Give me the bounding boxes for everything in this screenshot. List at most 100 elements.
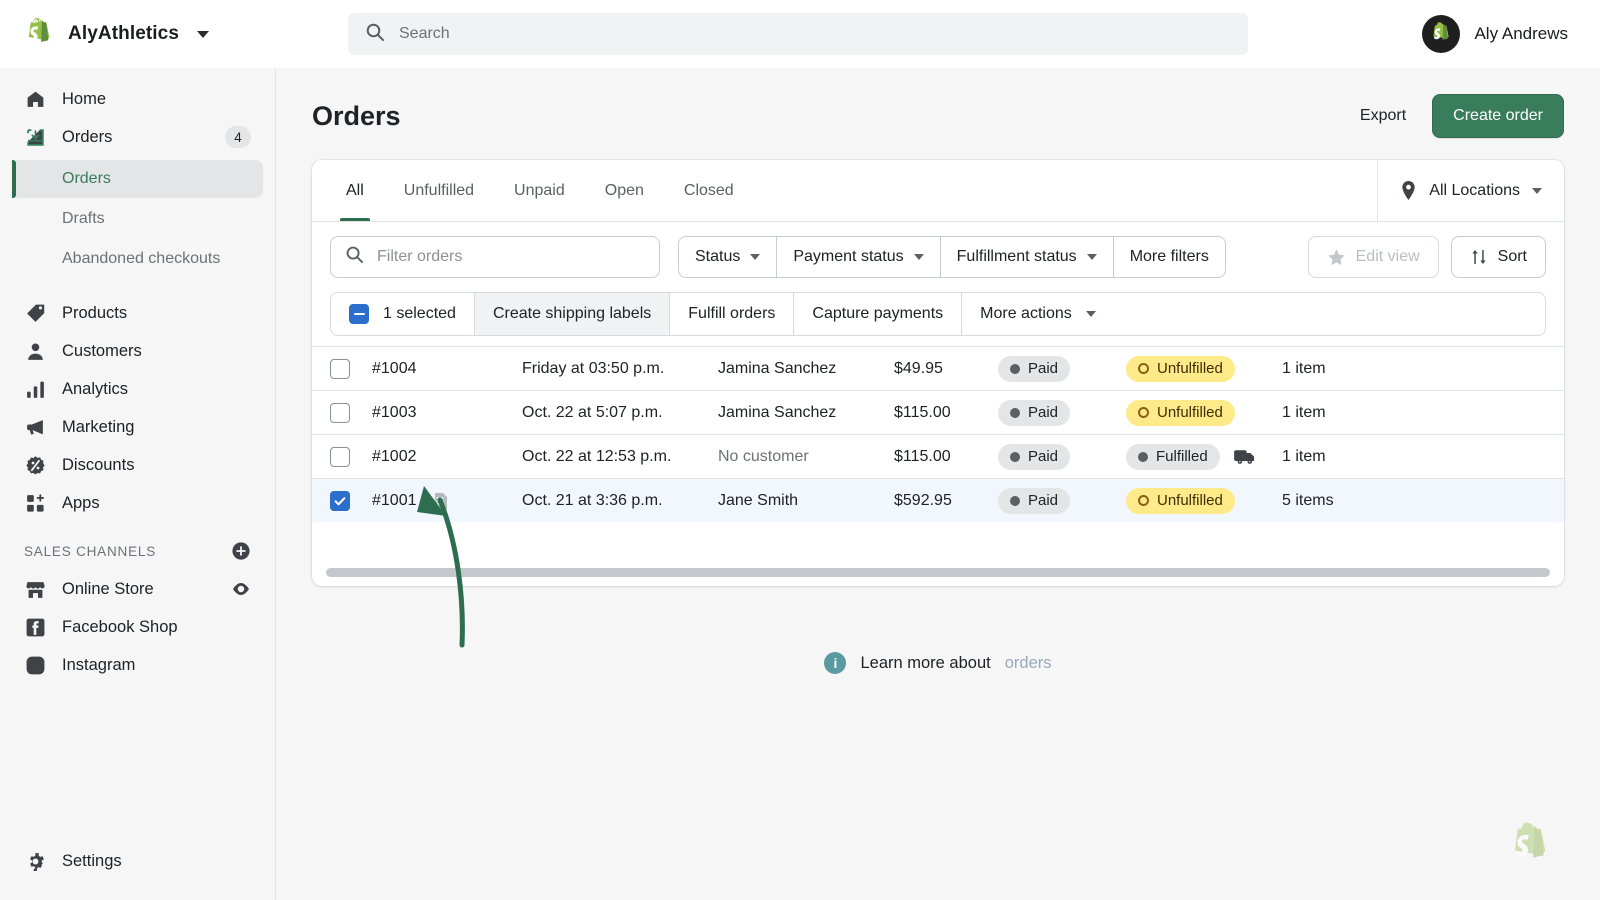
sidebar-subitem-drafts[interactable]: Drafts: [12, 200, 263, 238]
row-checkbox-cell[interactable]: [330, 491, 372, 511]
tag-icon: [24, 302, 46, 324]
capture-payments-label: Capture payments: [812, 305, 943, 323]
fulfillment-status-filter-button[interactable]: Fulfillment status: [940, 236, 1113, 278]
sidebar-item-label: Analytics: [62, 380, 251, 399]
user-menu[interactable]: Aly Andrews: [1422, 15, 1578, 53]
payment-status-cell: Paid: [998, 356, 1126, 382]
sales-channels-title: SALES CHANNELS: [24, 544, 231, 559]
sidebar-item-customers[interactable]: Customers: [12, 332, 263, 370]
bulk-actions-bar: 1 selected Create shipping labels Fulfil…: [330, 292, 1546, 336]
table-row[interactable]: #1004 Friday at 03:50 p.m. Jamina Sanche…: [312, 346, 1564, 390]
sidebar-item-discounts[interactable]: Discounts: [12, 446, 263, 484]
sidebar-item-products[interactable]: Products: [12, 294, 263, 332]
status-dot-icon: [1010, 496, 1020, 506]
avatar: [1422, 15, 1460, 53]
more-actions-label: More actions: [980, 305, 1072, 323]
status-filter-label: Status: [695, 248, 740, 266]
shopify-bag-logo: [24, 18, 54, 50]
table-row[interactable]: #1003 Oct. 22 at 5:07 p.m. Jamina Sanche…: [312, 390, 1564, 434]
horizontal-scrollbar[interactable]: [320, 568, 1556, 578]
sort-button[interactable]: Sort: [1451, 236, 1546, 278]
store-switcher[interactable]: AlyAthletics: [24, 18, 276, 50]
sidebar-item-apps[interactable]: Apps: [12, 484, 263, 522]
row-checkbox[interactable]: [330, 447, 350, 467]
edit-view-button[interactable]: Edit view: [1308, 236, 1439, 278]
sidebar-item-marketing[interactable]: Marketing: [12, 408, 263, 446]
sidebar-subitem-abandoned-checkouts[interactable]: Abandoned checkouts: [12, 240, 263, 278]
status-filter-button[interactable]: Status: [678, 236, 776, 278]
export-button[interactable]: Export: [1352, 97, 1414, 135]
sidebar-item-facebook-shop[interactable]: Facebook Shop: [12, 608, 263, 646]
status-badge: Unfulfilled: [1126, 488, 1235, 514]
selected-count-label: 1 selected: [383, 305, 456, 323]
filter-segment-group: Status Payment status Fulfillment status: [678, 236, 1226, 278]
status-ring-icon: [1138, 363, 1149, 374]
bar-chart-icon: [24, 378, 46, 400]
order-date: Oct. 21 at 3:36 p.m.: [522, 492, 718, 510]
row-checkbox[interactable]: [330, 403, 350, 423]
table-bottom-space: [312, 522, 1564, 568]
scrollbar-thumb[interactable]: [326, 568, 1550, 577]
status-badge: Paid: [998, 488, 1070, 514]
status-badge: Paid: [998, 444, 1070, 470]
select-all-checkbox[interactable]: [349, 304, 369, 324]
tab-unpaid[interactable]: Unpaid: [494, 160, 585, 221]
sidebar-subitem-label: Orders: [62, 170, 111, 188]
orders-help-link[interactable]: orders: [1005, 654, 1052, 673]
tab-closed[interactable]: Closed: [664, 160, 754, 221]
sidebar-item-online-store[interactable]: Online Store: [12, 570, 263, 608]
tab-label: All: [346, 182, 364, 200]
search-input[interactable]: Search: [348, 13, 1248, 55]
capture-payments-button[interactable]: Capture payments: [794, 293, 962, 335]
tab-unfulfilled[interactable]: Unfulfilled: [384, 160, 494, 221]
location-filter[interactable]: All Locations: [1377, 160, 1564, 221]
table-row[interactable]: #1001 Oct. 21 at 3:36 p.m. Jane Smith $5…: [312, 478, 1564, 522]
status-badge: Fulfilled: [1126, 444, 1220, 470]
more-filters-button[interactable]: More filters: [1113, 236, 1226, 278]
table-row[interactable]: #1002 Oct. 22 at 12:53 p.m. No customer …: [312, 434, 1564, 478]
fulfillment-status-cell: Unfulfilled: [1126, 400, 1282, 426]
sidebar-item-label: Online Store: [62, 580, 215, 599]
row-checkbox[interactable]: [330, 491, 350, 511]
sidebar-item-label: Home: [62, 90, 251, 109]
status-ring-icon: [1138, 495, 1149, 506]
active-indicator: [12, 160, 16, 198]
edit-view-label: Edit view: [1356, 248, 1420, 266]
more-actions-button[interactable]: More actions: [962, 293, 1114, 335]
global-search[interactable]: Search: [348, 13, 1248, 55]
filter-orders-field[interactable]: [330, 236, 660, 278]
sidebar-item-analytics[interactable]: Analytics: [12, 370, 263, 408]
order-total: $592.95: [894, 492, 998, 510]
tab-open[interactable]: Open: [585, 160, 664, 221]
sidebar-item-orders[interactable]: Orders 4: [12, 118, 263, 156]
row-checkbox-cell[interactable]: [330, 359, 372, 379]
row-checkbox-cell[interactable]: [330, 447, 372, 467]
bulk-selection-cell[interactable]: 1 selected: [331, 293, 475, 335]
create-shipping-labels-button[interactable]: Create shipping labels: [475, 293, 670, 335]
main-content: Orders Export Create order All Unfulfill…: [276, 68, 1600, 900]
gear-icon: [24, 850, 46, 872]
create-order-button[interactable]: Create order: [1432, 94, 1564, 138]
payment-status-label: Paid: [1028, 404, 1058, 421]
payment-status-label: Paid: [1028, 492, 1058, 509]
chevron-down-icon: [1532, 188, 1542, 194]
orders-inbox-icon: [24, 126, 46, 148]
filter-orders-input[interactable]: [377, 248, 645, 266]
fulfill-orders-button[interactable]: Fulfill orders: [670, 293, 794, 335]
order-number-cell: #1003: [372, 404, 522, 422]
row-checkbox-cell[interactable]: [330, 403, 372, 423]
search-icon: [345, 245, 364, 269]
status-badge: Paid: [998, 356, 1070, 382]
sidebar-item-home[interactable]: Home: [12, 80, 263, 118]
sidebar-item-settings[interactable]: Settings: [12, 842, 263, 880]
eye-icon[interactable]: [231, 579, 251, 599]
sidebar-item-instagram[interactable]: Instagram: [12, 646, 263, 684]
payment-status-filter-button[interactable]: Payment status: [776, 236, 939, 278]
search-placeholder: Search: [399, 25, 450, 43]
tab-all[interactable]: All: [326, 160, 384, 221]
sidebar-subitem-label: Abandoned checkouts: [62, 250, 220, 268]
status-dot-icon: [1010, 408, 1020, 418]
sidebar-subitem-orders[interactable]: Orders: [12, 160, 263, 198]
row-checkbox[interactable]: [330, 359, 350, 379]
plus-circle-icon[interactable]: [231, 541, 251, 561]
